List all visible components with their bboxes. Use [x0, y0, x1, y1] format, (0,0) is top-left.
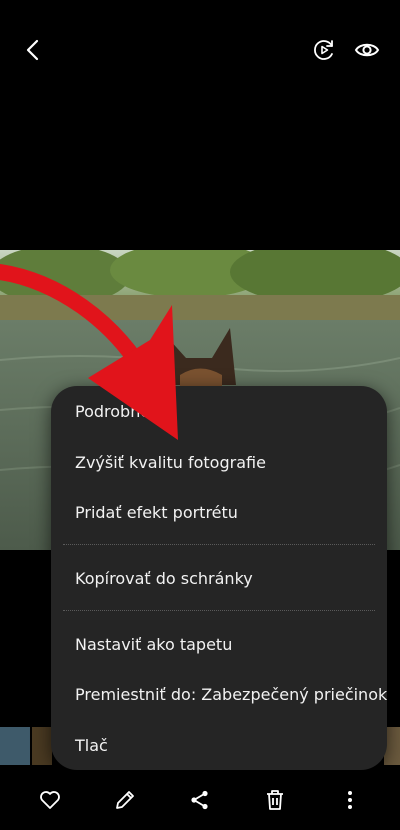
menu-item-enhance-photo[interactable]: Zvýšiť kvalitu fotografie: [75, 453, 266, 473]
back-button[interactable]: [14, 30, 54, 70]
menu-item-print[interactable]: Tlač: [75, 736, 108, 756]
edit-button[interactable]: [107, 782, 143, 818]
menu-divider: [63, 610, 375, 611]
eye-icon: [354, 43, 380, 57]
menu-item-portrait-effect[interactable]: Pridať efekt portrétu: [75, 503, 238, 523]
heart-icon: [40, 791, 60, 809]
share-button[interactable]: [182, 782, 218, 818]
play-motion-icon: [314, 40, 333, 60]
bottom-bar: [0, 770, 400, 830]
menu-item-copy-clipboard[interactable]: Kopírovať do schránky: [75, 569, 253, 589]
more-icon: [348, 791, 352, 809]
context-menu: Podrobnosti Zvýšiť kvalitu fotografie Pr…: [51, 386, 387, 770]
more-options-button[interactable]: [332, 782, 368, 818]
menu-divider: [63, 544, 375, 545]
delete-icon: [267, 790, 283, 810]
back-icon: [26, 39, 39, 61]
share-icon: [191, 790, 208, 810]
thumbnail[interactable]: [32, 727, 52, 765]
menu-item-set-wallpaper[interactable]: Nastaviť ako tapetu: [75, 635, 232, 655]
favorite-button[interactable]: [32, 782, 68, 818]
motion-photo-button[interactable]: [304, 30, 344, 70]
thumbnail[interactable]: [0, 727, 30, 765]
delete-button[interactable]: [257, 782, 293, 818]
menu-item-details[interactable]: Podrobnosti: [75, 402, 169, 422]
edit-pencil-icon: [116, 791, 134, 809]
menu-item-move-secure-folder[interactable]: Premiestniť do: Zabezpečený priečinok: [75, 685, 387, 705]
view-button[interactable]: [347, 30, 387, 70]
top-bar: [0, 0, 400, 100]
